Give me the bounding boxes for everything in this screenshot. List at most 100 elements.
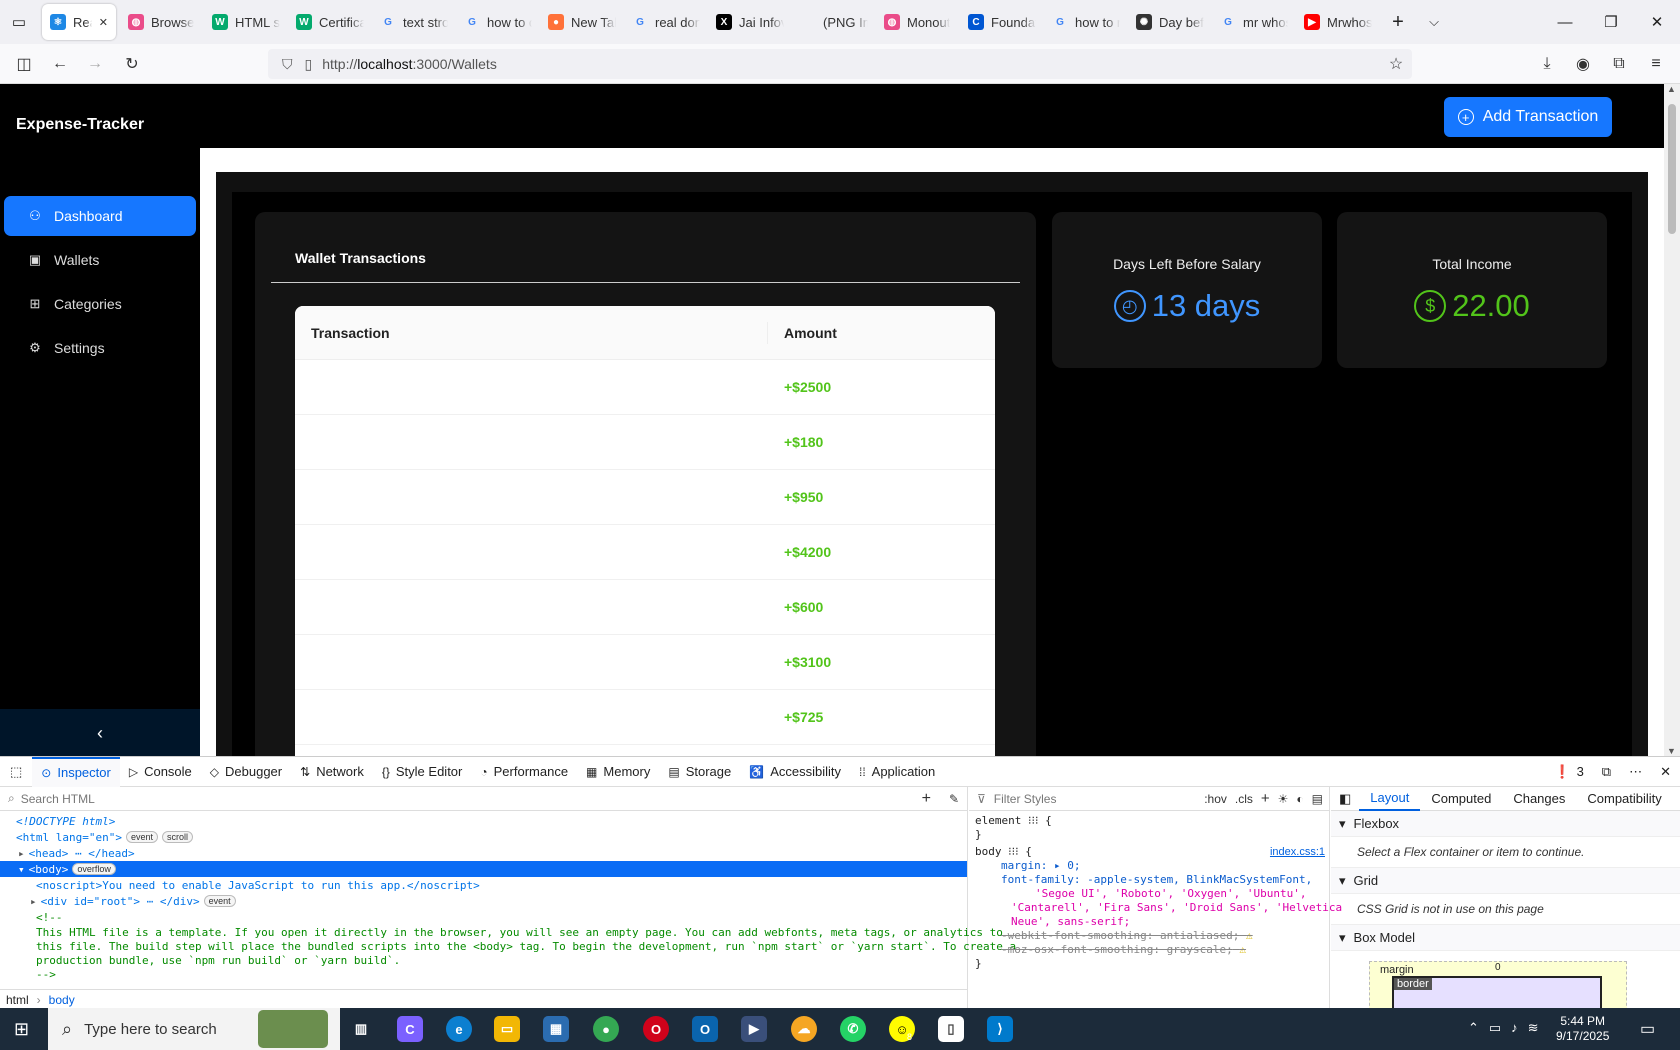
print-icon[interactable]: ▤: [1312, 792, 1323, 806]
downloads-icon[interactable]: ⤓: [1537, 54, 1557, 74]
html-line[interactable]: <html lang="en"> event scroll: [0, 829, 967, 845]
table-row[interactable]: +$600: [295, 580, 995, 635]
devtools-tab-memory[interactable]: ▦ Memory: [577, 757, 659, 787]
devtools-tab-storage[interactable]: ▤ Storage: [659, 757, 740, 787]
notifications-icon[interactable]: ▭: [1640, 1019, 1655, 1039]
devtools-tab-network[interactable]: ⇅ Network: [291, 757, 373, 787]
browser-tab[interactable]: Ghow to c: [456, 4, 540, 40]
new-tab-button[interactable]: +: [1380, 0, 1416, 44]
close-tab-icon[interactable]: ✕: [99, 16, 108, 29]
outlook-icon[interactable]: O: [692, 1016, 718, 1042]
browser-tab[interactable]: W Certifica: [288, 4, 372, 40]
browser-tab[interactable]: ● New Tab: [540, 4, 624, 40]
rule-line[interactable]: body ⁝⁝⁝ {index.css:1: [969, 845, 1329, 859]
rule-property[interactable]: margin: ▸ 0;: [969, 859, 1329, 873]
store-icon[interactable]: ▦: [543, 1016, 569, 1042]
html-line[interactable]: ▸ <head> ⋯ </head>: [0, 845, 967, 861]
close-window-icon[interactable]: ✕: [1634, 0, 1680, 44]
edge-icon[interactable]: e: [446, 1016, 472, 1042]
page-scrollbar[interactable]: ▲ ▼: [1664, 84, 1680, 756]
html-line-selected[interactable]: ▾ <body> overflow: [0, 861, 967, 877]
weather-icon[interactable]: ☁: [791, 1016, 817, 1042]
clock[interactable]: 5:44 PM 9/17/2025: [1556, 1014, 1609, 1044]
browser-tab[interactable]: (PNG Image: [792, 4, 876, 40]
html-line[interactable]: This HTML file is a template. If you ope…: [0, 925, 1003, 939]
add-transaction-button[interactable]: + Add Transaction: [1444, 97, 1612, 137]
rule-property-invalid[interactable]: -webkit-font-smoothing: antialiased; ⚠: [969, 929, 1329, 943]
hov-toggle[interactable]: :hov: [1204, 792, 1227, 806]
dock-icon[interactable]: ⧉: [1593, 757, 1620, 787]
browser-tab[interactable]: Gmr whos: [1212, 4, 1296, 40]
html-line[interactable]: <!--: [0, 909, 967, 925]
html-search[interactable]: ⌕ Search HTML + ✎: [0, 787, 967, 811]
forward-icon[interactable]: →: [85, 54, 105, 74]
sidebar-item-wallets[interactable]: ▣ Wallets: [4, 240, 196, 280]
url-bar[interactable]: ⛉ ▯ http://localhost:3000/Wallets: [268, 49, 1412, 79]
tab-computed[interactable]: Computed: [1420, 787, 1502, 811]
add-rule-icon[interactable]: +: [1261, 790, 1270, 807]
table-row[interactable]: +$725: [295, 690, 995, 745]
tab-overview-icon[interactable]: ▭: [0, 0, 38, 44]
sidebar-item-dashboard[interactable]: ⚇ Dashboard: [4, 196, 196, 236]
browser-tab[interactable]: Gtext stro: [372, 4, 456, 40]
rule-property-invalid[interactable]: -moz-osx-font-smoothing: grayscale; ⚠: [969, 943, 1329, 957]
search-highlight-image[interactable]: [258, 1010, 328, 1048]
table-row[interactable]: +$3100: [295, 635, 995, 690]
devtools-menu-icon[interactable]: ⋯: [1620, 757, 1651, 787]
tab-compatibility[interactable]: Compatibility: [1576, 787, 1672, 811]
sidebar-toggle-icon[interactable]: ◫: [14, 54, 34, 74]
toggle-pane-icon[interactable]: ◧: [1331, 791, 1359, 807]
file-explorer-icon[interactable]: ▭: [494, 1016, 520, 1042]
task-view-icon[interactable]: ▥: [348, 1016, 374, 1042]
account-icon[interactable]: ◉: [1573, 54, 1593, 74]
maximize-icon[interactable]: ❐: [1588, 0, 1634, 44]
tab-layout[interactable]: Layout: [1359, 787, 1421, 811]
devtools-tab-performance[interactable]: ◔ Performance: [471, 757, 577, 787]
table-row[interactable]: +$2500: [295, 360, 995, 415]
devtools-tab-console[interactable]: ▷ Console: [120, 757, 201, 787]
sidebar-item-settings[interactable]: ⚙ Settings: [4, 328, 196, 368]
devtools-tab-debugger[interactable]: ◇ Debugger: [201, 757, 291, 787]
devtools-tab-application[interactable]: ⁞⁞ Application: [850, 757, 944, 787]
dark-mode-icon[interactable]: ◐: [1296, 792, 1303, 806]
browser-tab[interactable]: W HTML st: [204, 4, 288, 40]
shield-icon[interactable]: ⛉: [282, 56, 293, 73]
rule-source-link[interactable]: index.css:1: [1270, 845, 1325, 859]
notepad-icon[interactable]: ▯: [938, 1016, 964, 1042]
browser-tab[interactable]: Ghow to r: [1044, 4, 1128, 40]
breadcrumb-item[interactable]: body: [49, 993, 75, 1007]
table-row[interactable]: +$950: [295, 470, 995, 525]
browser-tab[interactable]: C Foundat: [960, 4, 1044, 40]
html-line[interactable]: ▸ <div id="root"> ⋯ </div> event: [0, 893, 967, 909]
cls-toggle[interactable]: .cls: [1235, 792, 1253, 806]
browser-tab[interactable]: Greal don: [624, 4, 708, 40]
browser-tab[interactable]: ✺ Day befo: [1128, 4, 1212, 40]
table-row[interactable]: +$180: [295, 415, 995, 470]
breadcrumb-item[interactable]: html: [6, 993, 29, 1007]
browser-tab[interactable]: X Jai Infov: [708, 4, 792, 40]
boxmodel-section-header[interactable]: ▾ Box Model: [1331, 925, 1680, 951]
collapse-sidebar-button[interactable]: ‹: [0, 709, 200, 756]
rule-property[interactable]: Neue', sans-serif;: [969, 915, 1329, 929]
browser-tab[interactable]: ◍ Monout: [876, 4, 960, 40]
copilot-icon[interactable]: C: [397, 1016, 423, 1042]
scroll-down-icon[interactable]: ▼: [1667, 746, 1676, 756]
windows-start-icon[interactable]: ⊞: [14, 1019, 29, 1040]
browser-tab[interactable]: ▶ Mrwhos: [1296, 4, 1380, 40]
rule-property[interactable]: font-family: -apple-system, BlinkMacSyst…: [969, 873, 1329, 887]
tab-changes[interactable]: Changes: [1502, 787, 1576, 811]
devtools-tab-style-editor[interactable]: {} Style Editor: [373, 757, 472, 787]
scrollbar-thumb[interactable]: [1668, 104, 1676, 234]
devtools-tab-inspector[interactable]: ⊙ Inspector: [32, 756, 120, 787]
sidebar-item-categories[interactable]: ⊞ Categories: [4, 284, 196, 324]
grid-section-header[interactable]: ▾ Grid: [1331, 868, 1680, 894]
app-icon[interactable]: ▶: [741, 1016, 767, 1042]
back-icon[interactable]: ←: [50, 54, 70, 74]
add-node-icon[interactable]: +: [922, 790, 931, 808]
chrome-icon[interactable]: ●: [593, 1016, 619, 1042]
devtools-tab-accessibility[interactable]: ♿ Accessibility: [740, 757, 850, 787]
element-picker-icon[interactable]: ⬚: [0, 757, 32, 787]
filter-styles[interactable]: ⊽ Filter Styles :hov .cls + ☀ ◐ ▤: [969, 787, 1329, 811]
table-row[interactable]: +$4200: [295, 525, 995, 580]
rule-property[interactable]: 'Cantarell', 'Fira Sans', 'Droid Sans', …: [969, 901, 1342, 915]
